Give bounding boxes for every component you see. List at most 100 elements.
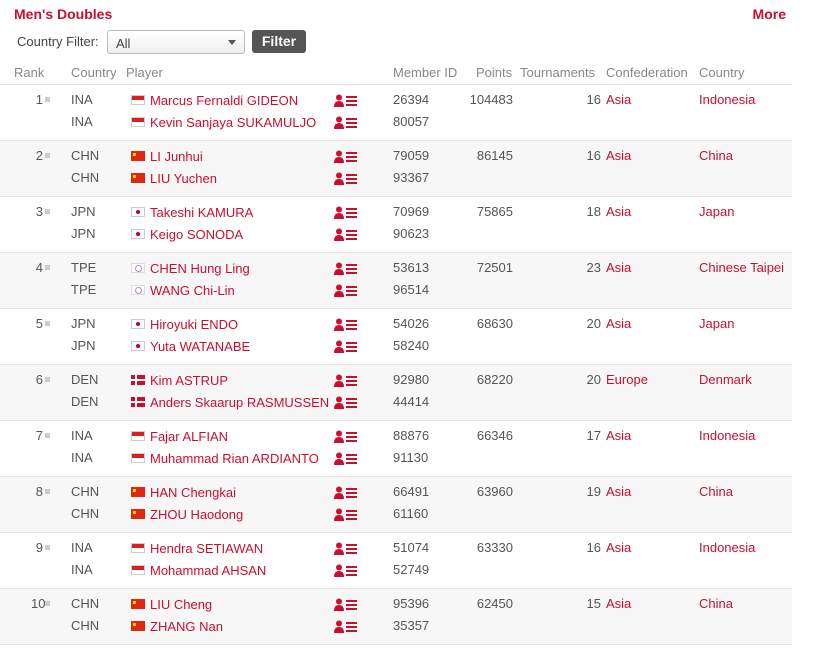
flag-icon xyxy=(131,151,145,161)
player-name-link[interactable]: Hiroyuki ENDO xyxy=(150,317,238,332)
player-cell: HAN Chengkai xyxy=(131,483,236,501)
player-name-link[interactable]: CHEN Hung Ling xyxy=(150,261,250,276)
player-country-code: JPN xyxy=(71,338,96,353)
player-profile-icon[interactable] xyxy=(334,396,358,410)
player-profile-icon[interactable] xyxy=(334,284,358,298)
player-name-link[interactable]: Fajar ALFIAN xyxy=(150,429,228,444)
flag-icon xyxy=(131,173,145,183)
tournaments-value: 23 xyxy=(586,260,601,275)
column-header-country[interactable]: Country xyxy=(71,65,117,80)
member-id: 90623 xyxy=(393,226,430,241)
column-header-country-name[interactable]: Country xyxy=(699,65,745,80)
country-link[interactable]: Denmark xyxy=(699,372,752,387)
country-filter-select[interactable]: All xyxy=(107,30,245,54)
column-header-tournaments[interactable]: Tournaments xyxy=(520,65,595,80)
confederation-link[interactable]: Asia xyxy=(606,596,631,611)
player-cell: Kevin Sanjaya SUKAMULJO xyxy=(131,113,316,131)
country-link[interactable]: Japan xyxy=(699,316,734,331)
ranking-table-body: 1 INA Marcus Fernaldi GIDEON 26394 INA Kevin … xyxy=(0,84,792,645)
flag-icon xyxy=(131,543,145,553)
tournaments-value: 19 xyxy=(586,484,601,499)
ranking-row: 6 DEN Kim ASTRUP 92980 DEN Anders Skaarup RAS… xyxy=(0,364,792,420)
more-link[interactable]: More xyxy=(753,6,786,22)
column-header-points[interactable]: Points xyxy=(476,65,512,80)
confederation-link[interactable]: Asia xyxy=(606,428,631,443)
player-profile-icon[interactable] xyxy=(334,508,358,522)
player-profile-icon[interactable] xyxy=(334,172,358,186)
member-id: 92980 xyxy=(393,372,430,387)
member-id: 51074 xyxy=(393,540,430,555)
country-link[interactable]: Indonesia xyxy=(699,92,755,107)
player-name-link[interactable]: LIU Yuchen xyxy=(150,171,217,186)
player-name-link[interactable]: Takeshi KAMURA xyxy=(150,205,253,220)
player-name-link[interactable]: Anders Skaarup RASMUSSEN xyxy=(150,395,329,410)
flag-icon xyxy=(131,375,145,385)
player-cell: Hiroyuki ENDO xyxy=(131,315,238,333)
confederation-link[interactable]: Europe xyxy=(606,372,648,387)
country-link[interactable]: Indonesia xyxy=(699,540,755,555)
member-id: 53613 xyxy=(393,260,430,275)
confederation-link[interactable]: Asia xyxy=(606,204,631,219)
player-name-link[interactable]: LIU Cheng xyxy=(150,597,212,612)
column-header-confederation[interactable]: Confederation xyxy=(606,65,688,80)
player-name-link[interactable]: Mohammad AHSAN xyxy=(150,563,266,578)
player-profile-icon[interactable] xyxy=(334,452,358,466)
rank-marker-icon xyxy=(45,601,50,606)
player-profile-icon[interactable] xyxy=(334,430,358,444)
player-name-link[interactable]: ZHOU Haodong xyxy=(150,507,243,522)
column-header-rank[interactable]: Rank xyxy=(14,65,44,80)
column-header-player[interactable]: Player xyxy=(126,65,163,80)
points-value: 104483 xyxy=(469,92,513,107)
player-profile-icon[interactable] xyxy=(334,340,358,354)
player-name-link[interactable]: WANG Chi-Lin xyxy=(150,283,235,298)
player-name-link[interactable]: ZHANG Nan xyxy=(150,619,223,634)
player-name-link[interactable]: HAN Chengkai xyxy=(150,485,236,500)
player-profile-icon[interactable] xyxy=(334,374,358,388)
flag-icon xyxy=(131,341,145,351)
player-name-link[interactable]: Marcus Fernaldi GIDEON xyxy=(150,93,298,108)
player-country-code: INA xyxy=(71,562,93,577)
player-name-link[interactable]: Hendra SETIAWAN xyxy=(150,541,263,556)
player-profile-icon[interactable] xyxy=(334,262,358,276)
confederation-link[interactable]: Asia xyxy=(606,260,631,275)
player-profile-icon[interactable] xyxy=(334,94,358,108)
player-cell: Fajar ALFIAN xyxy=(131,427,228,445)
player-profile-icon[interactable] xyxy=(334,620,358,634)
column-header-member-id[interactable]: Member ID xyxy=(393,65,457,80)
player-name-link[interactable]: Muhammad Rian ARDIANTO xyxy=(150,451,319,466)
confederation-link[interactable]: Asia xyxy=(606,148,631,163)
player-name-link[interactable]: Kim ASTRUP xyxy=(150,373,228,388)
player-name-link[interactable]: Kevin Sanjaya SUKAMULJO xyxy=(150,115,316,130)
player-name-link[interactable]: Yuta WATANABE xyxy=(150,339,250,354)
player-profile-icon[interactable] xyxy=(334,116,358,130)
country-link[interactable]: Japan xyxy=(699,204,734,219)
player-country-code: INA xyxy=(71,114,93,129)
player-profile-icon[interactable] xyxy=(334,228,358,242)
player-profile-icon[interactable] xyxy=(334,318,358,332)
player-profile-icon[interactable] xyxy=(334,486,358,500)
country-link[interactable]: Indonesia xyxy=(699,428,755,443)
player-cell: ZHOU Haodong xyxy=(131,505,243,523)
country-link[interactable]: China xyxy=(699,596,733,611)
rank-value: 5 xyxy=(35,316,43,331)
confederation-link[interactable]: Asia xyxy=(606,484,631,499)
player-profile-icon[interactable] xyxy=(334,542,358,556)
country-link[interactable]: China xyxy=(699,148,733,163)
confederation-link[interactable]: Asia xyxy=(606,92,631,107)
confederation-link[interactable]: Asia xyxy=(606,540,631,555)
flag-icon xyxy=(131,285,145,295)
player-profile-icon[interactable] xyxy=(334,564,358,578)
country-link[interactable]: China xyxy=(699,484,733,499)
filter-button[interactable]: Filter xyxy=(252,30,306,53)
flag-icon xyxy=(131,509,145,519)
rank-value: 4 xyxy=(35,260,43,275)
player-profile-icon[interactable] xyxy=(334,206,358,220)
player-name-link[interactable]: Keigo SONODA xyxy=(150,227,243,242)
rank-value: 10 xyxy=(31,596,46,611)
player-profile-icon[interactable] xyxy=(334,598,358,612)
player-profile-icon[interactable] xyxy=(334,150,358,164)
player-country-code: CHN xyxy=(71,148,100,163)
confederation-link[interactable]: Asia xyxy=(606,316,631,331)
country-link[interactable]: Chinese Taipei xyxy=(699,260,784,275)
player-name-link[interactable]: LI Junhui xyxy=(150,149,203,164)
